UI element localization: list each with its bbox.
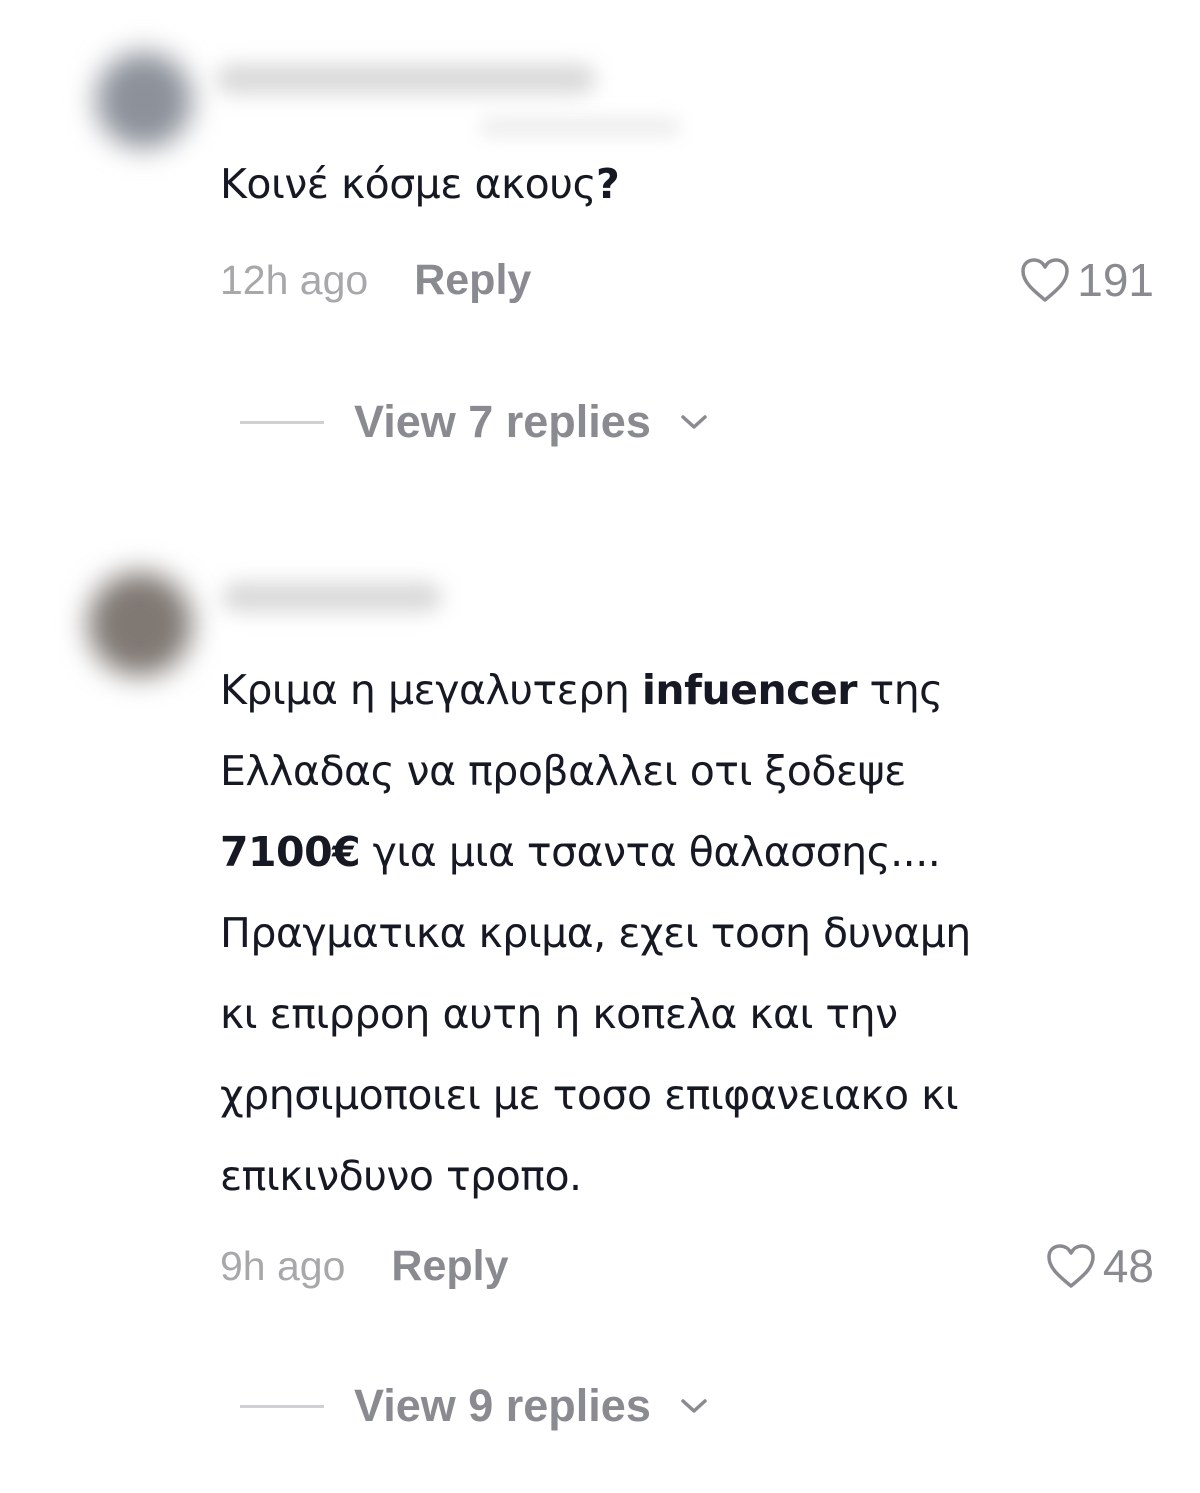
view-replies-button[interactable]: View 9 replies [240, 1376, 709, 1436]
comment-time: 9h ago [220, 1242, 346, 1289]
like-button[interactable]: 191 [1019, 253, 1154, 307]
comment-item: Κοινέ κόσμε ακους? 12h ago Reply 191 Vie… [0, 0, 1200, 480]
comment-meta: 9h ago Reply 48 [220, 1236, 1154, 1296]
comment-line: επικινδυνο τροπο. [220, 1152, 582, 1200]
comment-text: Κριμα η μεγαλυτερη infuencer της Ελλαδας… [220, 650, 1140, 1217]
divider-line [240, 1404, 324, 1408]
view-replies-button[interactable]: View 7 replies [240, 392, 709, 452]
comment-line: κι επιρροη αυτη η κοπελα και την [220, 990, 898, 1038]
username-blurred[interactable] [222, 582, 442, 612]
heart-outline-icon [1021, 258, 1069, 302]
username-blurred[interactable] [216, 64, 596, 94]
comment-text: Κοινέ κόσμε ακους? [220, 160, 620, 208]
comment-meta: 12h ago Reply 191 [220, 250, 1154, 310]
view-replies-label: View 9 replies [354, 1380, 651, 1431]
chevron-down-icon [681, 1399, 707, 1413]
subtext-blurred [480, 118, 680, 136]
comment-item: Κριμα η μεγαλυτερη infuencer της Ελλαδας… [0, 500, 1200, 1493]
comment-line: χρησιμοποιει με τοσο επιφανειακο κι [220, 1071, 959, 1119]
comment-time: 12h ago [220, 256, 369, 303]
comment-line: Κριμα η μεγαλυτερη infuencer της [220, 666, 943, 714]
reply-button[interactable]: Reply [414, 256, 531, 305]
comment-line: Πραγματικα κριμα, εχει τοση δυναμη [220, 909, 971, 957]
like-button[interactable]: 48 [1045, 1239, 1154, 1293]
avatar[interactable] [88, 572, 192, 676]
heart-outline-icon [1047, 1244, 1095, 1288]
comment-line: Ελλαδας να προβαλλει οτι ξοδεψε [220, 747, 906, 795]
like-count: 191 [1077, 254, 1154, 306]
divider-line [240, 420, 324, 424]
comment-line: 7100€ για μια τσαντα θαλασσης.... [220, 828, 941, 876]
view-replies-label: View 7 replies [354, 396, 651, 447]
avatar[interactable] [96, 52, 192, 148]
reply-button[interactable]: Reply [391, 1242, 508, 1291]
like-count: 48 [1102, 1240, 1154, 1292]
chevron-down-icon [681, 415, 707, 429]
